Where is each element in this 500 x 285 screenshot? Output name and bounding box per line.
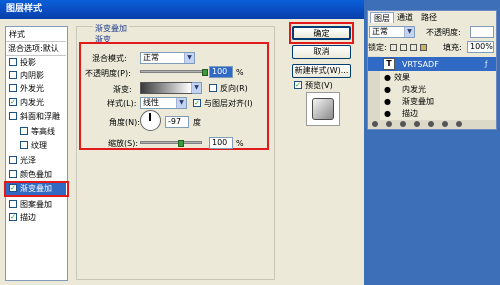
checkbox[interactable] bbox=[9, 112, 17, 120]
preview-label: 预览(V) bbox=[305, 81, 333, 90]
new-group-icon[interactable] bbox=[428, 121, 434, 127]
blend-mode-select[interactable]: 正常 ▼ bbox=[140, 52, 195, 64]
selection-highlight bbox=[4, 181, 69, 197]
panel-group-title: 渐变叠加 bbox=[93, 23, 129, 34]
fill-label: 填充: bbox=[443, 43, 462, 52]
checkbox[interactable] bbox=[9, 58, 17, 66]
angle-dial-needle bbox=[149, 113, 151, 121]
chevron-down-icon: ▼ bbox=[184, 53, 194, 63]
opacity-input[interactable]: 100 bbox=[209, 66, 233, 78]
fx-icon[interactable]: ƒ bbox=[485, 59, 487, 70]
ok-highlight bbox=[289, 22, 354, 44]
dialog-titlebar[interactable] bbox=[0, 0, 364, 19]
effect-eye-icon[interactable]: ● bbox=[384, 84, 391, 95]
layer-blend-mode-select[interactable]: 正常 ▼ bbox=[369, 26, 415, 38]
blend-options-item[interactable]: 混合选项:默认 bbox=[8, 43, 59, 54]
blend-mode-value: 正常 bbox=[143, 53, 159, 62]
align-with-layer-label: 与图层对齐(I) bbox=[204, 99, 253, 108]
style-list-header[interactable]: 样式 bbox=[7, 29, 67, 40]
checkbox[interactable] bbox=[20, 127, 28, 135]
style-item-outer-glow[interactable]: 外发光 bbox=[6, 82, 66, 95]
effect-inner-glow[interactable]: 内发光 bbox=[402, 84, 426, 95]
scale-label: 缩放(S): bbox=[108, 139, 139, 148]
dialog-title: 图层样式 bbox=[6, 4, 43, 14]
cancel-button[interactable]: 取消 bbox=[292, 45, 351, 59]
checkbox[interactable] bbox=[20, 141, 28, 149]
style-item-inner-glow[interactable]: ✓ 内发光 bbox=[6, 96, 66, 109]
chevron-down-icon: ▼ bbox=[404, 27, 414, 37]
style-item-inner-shadow[interactable]: 内阴影 bbox=[6, 69, 66, 82]
angle-unit: 度 bbox=[193, 118, 201, 127]
effects-eye-icon[interactable]: ● bbox=[384, 72, 391, 83]
effect-stroke[interactable]: 描边 bbox=[402, 108, 418, 119]
reverse-label: 反向(R) bbox=[220, 84, 248, 93]
lock-label: 锁定: bbox=[368, 43, 387, 52]
gradient-swatch[interactable] bbox=[140, 82, 192, 94]
checkbox[interactable]: ✓ bbox=[9, 213, 17, 221]
add-style-icon[interactable] bbox=[386, 121, 392, 127]
style-item-bevel-emboss[interactable]: 斜面和浮雕 bbox=[6, 110, 66, 123]
new-layer-icon[interactable] bbox=[442, 121, 448, 127]
reverse-checkbox[interactable] bbox=[209, 84, 217, 92]
effect-eye-icon[interactable]: ● bbox=[384, 96, 391, 107]
style-item-texture[interactable]: 纹理 bbox=[6, 139, 66, 152]
chevron-down-icon: ▼ bbox=[191, 83, 201, 93]
effect-eye-icon[interactable]: ● bbox=[384, 108, 391, 119]
lock-position-icon[interactable] bbox=[410, 44, 417, 51]
checkbox[interactable] bbox=[9, 71, 17, 79]
style-item-stroke[interactable]: ✓ 描边 bbox=[6, 211, 66, 224]
blend-mode-label: 混合模式: bbox=[92, 54, 127, 63]
checkbox[interactable] bbox=[9, 200, 17, 208]
scale-slider[interactable] bbox=[140, 141, 202, 144]
style-item-contour[interactable]: 等高线 bbox=[6, 125, 66, 138]
gradient-style-value: 线性 bbox=[143, 98, 159, 107]
checkbox[interactable]: ✓ bbox=[9, 98, 17, 106]
effects-label: 效果 bbox=[394, 73, 410, 82]
checkbox[interactable] bbox=[9, 170, 17, 178]
style-item-pattern-overlay[interactable]: 图案叠加 bbox=[6, 198, 66, 211]
new-style-button[interactable]: 新建样式(W)... bbox=[292, 64, 351, 78]
style-item-color-overlay[interactable]: 颜色叠加 bbox=[6, 168, 66, 181]
layer-opacity-label: 不透明度: bbox=[426, 28, 461, 37]
style-label: 样式(L): bbox=[107, 99, 137, 108]
preview-swatch bbox=[312, 98, 334, 120]
lock-all-icon[interactable] bbox=[420, 44, 427, 51]
gradient-label: 渐变: bbox=[113, 85, 132, 94]
scale-unit: % bbox=[236, 139, 244, 148]
preview-checkbox[interactable]: ✓ bbox=[294, 81, 302, 89]
align-with-layer-checkbox[interactable]: ✓ bbox=[193, 99, 201, 107]
scale-input[interactable]: 100 bbox=[209, 137, 233, 149]
link-layers-icon[interactable] bbox=[372, 121, 378, 127]
tab-channels[interactable]: 通道 bbox=[394, 12, 416, 23]
lock-pixels-icon[interactable] bbox=[400, 44, 407, 51]
angle-input[interactable]: -97 bbox=[165, 116, 189, 128]
tab-paths[interactable]: 路径 bbox=[418, 12, 440, 23]
gradient-picker-dropdown[interactable]: ▼ bbox=[191, 82, 202, 94]
chevron-down-icon: ▼ bbox=[176, 98, 186, 108]
style-item-drop-shadow[interactable]: 投影 bbox=[6, 56, 66, 69]
opacity-slider[interactable] bbox=[140, 70, 205, 73]
add-mask-icon[interactable] bbox=[400, 121, 406, 127]
lock-transparency-icon[interactable] bbox=[390, 44, 397, 51]
layer-opacity-input[interactable] bbox=[470, 26, 494, 38]
layer-name[interactable]: VRTSADF bbox=[402, 59, 439, 70]
divider bbox=[6, 41, 66, 42]
trash-icon[interactable] bbox=[456, 121, 462, 127]
gradient-style-select[interactable]: 线性 ▼ bbox=[140, 97, 187, 109]
opacity-label: 不透明度(P): bbox=[85, 69, 131, 78]
checkbox[interactable] bbox=[9, 84, 17, 92]
checkbox[interactable] bbox=[9, 156, 17, 164]
style-item-satin[interactable]: 光泽 bbox=[6, 154, 66, 167]
new-adjustment-icon[interactable] bbox=[414, 121, 420, 127]
tab-layers[interactable]: 图层 bbox=[370, 12, 394, 23]
fill-input[interactable]: 100% bbox=[467, 41, 494, 53]
opacity-unit: % bbox=[236, 68, 244, 77]
text-layer-icon: T bbox=[383, 58, 395, 70]
opacity-slider-handle[interactable] bbox=[202, 69, 208, 76]
layer-blend-mode-value: 正常 bbox=[372, 27, 388, 36]
angle-label: 角度(N): bbox=[109, 118, 140, 127]
effect-gradient-overlay[interactable]: 渐变叠加 bbox=[402, 96, 434, 107]
scale-slider-handle[interactable] bbox=[178, 140, 184, 147]
